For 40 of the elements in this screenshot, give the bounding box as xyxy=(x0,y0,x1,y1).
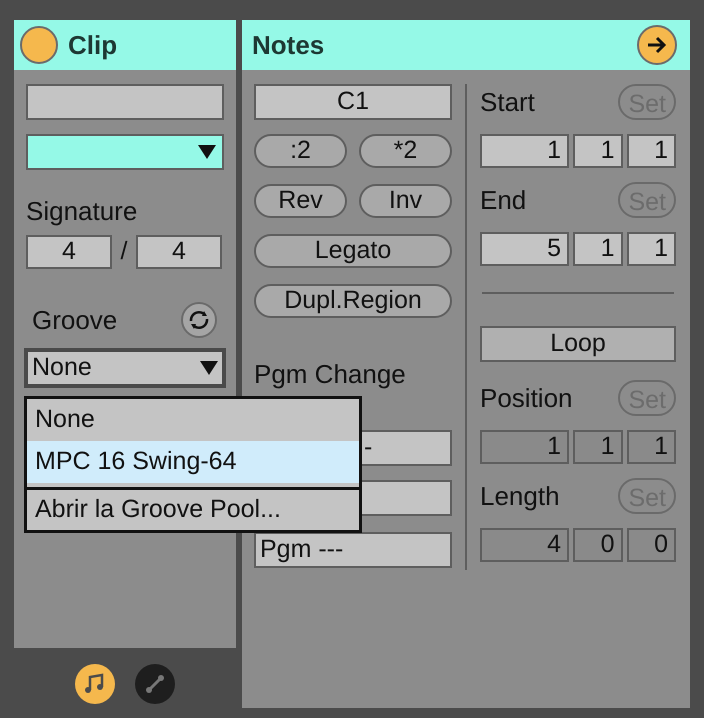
numerator-field[interactable]: 4 xyxy=(26,234,112,269)
position-field[interactable]: 1 xyxy=(573,134,622,168)
marker-label: Position xyxy=(480,382,572,414)
panel-title: Notes xyxy=(252,28,324,62)
marker-label: Start xyxy=(480,86,535,118)
envelope-icon[interactable] xyxy=(135,664,175,704)
clip-color-select[interactable] xyxy=(26,134,224,170)
note-action-button[interactable]: Dupl.Region xyxy=(254,284,452,318)
note-action-button[interactable]: Inv xyxy=(359,184,452,218)
pitch-field[interactable]: C1 xyxy=(254,84,452,120)
refresh-icon[interactable] xyxy=(180,301,218,339)
note-action-button[interactable]: Rev xyxy=(254,184,347,218)
dropdown-arrow-icon xyxy=(200,360,218,374)
groove-select[interactable]: None xyxy=(24,348,226,388)
signature-label: Signature xyxy=(26,195,138,228)
position-field[interactable]: 1 xyxy=(626,232,676,266)
menu-item[interactable]: Abrir la Groove Pool... xyxy=(27,490,359,530)
clip-activator-button[interactable] xyxy=(20,26,58,64)
dropdown-arrow-icon xyxy=(198,145,216,159)
loop-button[interactable]: Loop xyxy=(480,326,676,362)
arrow-right-icon[interactable] xyxy=(636,24,678,66)
menu-item[interactable]: MPC 16 Swing-64 xyxy=(27,441,359,483)
program-field[interactable]: Pgm --- xyxy=(254,532,452,568)
position-field[interactable]: 1 xyxy=(480,134,569,168)
marker-label: End xyxy=(480,184,526,216)
clip-name-field[interactable] xyxy=(26,84,224,120)
position-field[interactable]: 5 xyxy=(480,232,569,266)
signature-separator: / xyxy=(120,236,128,267)
denominator-field[interactable]: 4 xyxy=(136,234,222,269)
note-action-button[interactable]: :2 xyxy=(254,134,347,168)
position-field[interactable]: 1 xyxy=(573,232,622,266)
note-action-button[interactable]: *2 xyxy=(359,134,452,168)
menu-item[interactable]: None xyxy=(27,399,359,441)
panel-title: Clip xyxy=(68,28,118,62)
groove-label: Groove xyxy=(32,304,118,336)
position-field[interactable]: 1 xyxy=(626,134,676,168)
note-action-button[interactable]: Legato xyxy=(254,234,452,268)
marker-label: Length xyxy=(480,480,560,512)
note-icon[interactable] xyxy=(75,664,115,704)
pgm-change-label: Pgm Change xyxy=(254,358,407,390)
